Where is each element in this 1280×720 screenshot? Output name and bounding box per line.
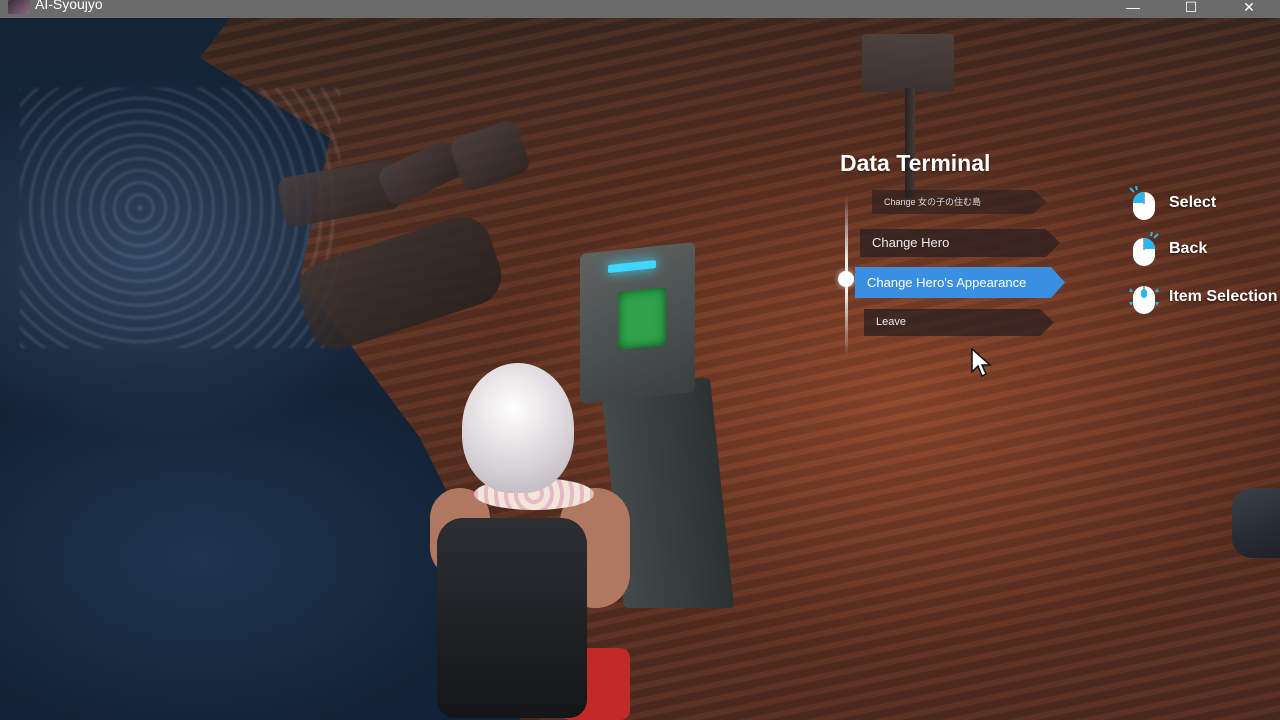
game-scene [0,18,1280,720]
menu-title: Data Terminal [840,150,991,176]
terminal-screen [618,287,666,351]
terminal-light [608,260,656,274]
minimize-button[interactable]: — [1110,0,1156,18]
window-title: AI-Syoujyo [35,0,103,12]
menu-selection-indicator [838,271,854,287]
mouse-cursor-icon [971,348,992,378]
maximize-button[interactable]: ☐ [1168,0,1214,18]
menu-item-leave[interactable]: Leave [864,309,1054,336]
data-terminal-machine [580,241,695,405]
window-title-bar: AI-Syoujyo — ☐ ✕ [0,0,1280,18]
npc-partial-figure [1232,488,1280,558]
mouse-right-click-icon [1133,232,1159,266]
character-backpack [437,518,587,718]
app-icon [8,0,30,14]
mouse-left-click-icon [1129,186,1155,220]
menu-item-change-island[interactable]: Change 女の子の住む島 [872,190,1047,214]
mouse-scroll-icon [1129,286,1159,314]
signpost-board [862,34,954,92]
control-label-back: Back [1169,240,1208,257]
menu-item-change-hero[interactable]: Change Hero [860,229,1060,257]
control-label-select: Select [1169,194,1217,211]
menu-item-change-hero-appearance[interactable]: Change Hero's Appearance [855,267,1065,298]
close-button[interactable]: ✕ [1226,0,1272,18]
character-hair [462,363,574,493]
signpost-pole [905,88,915,198]
control-label-item-selection: Item Selection [1169,288,1278,305]
